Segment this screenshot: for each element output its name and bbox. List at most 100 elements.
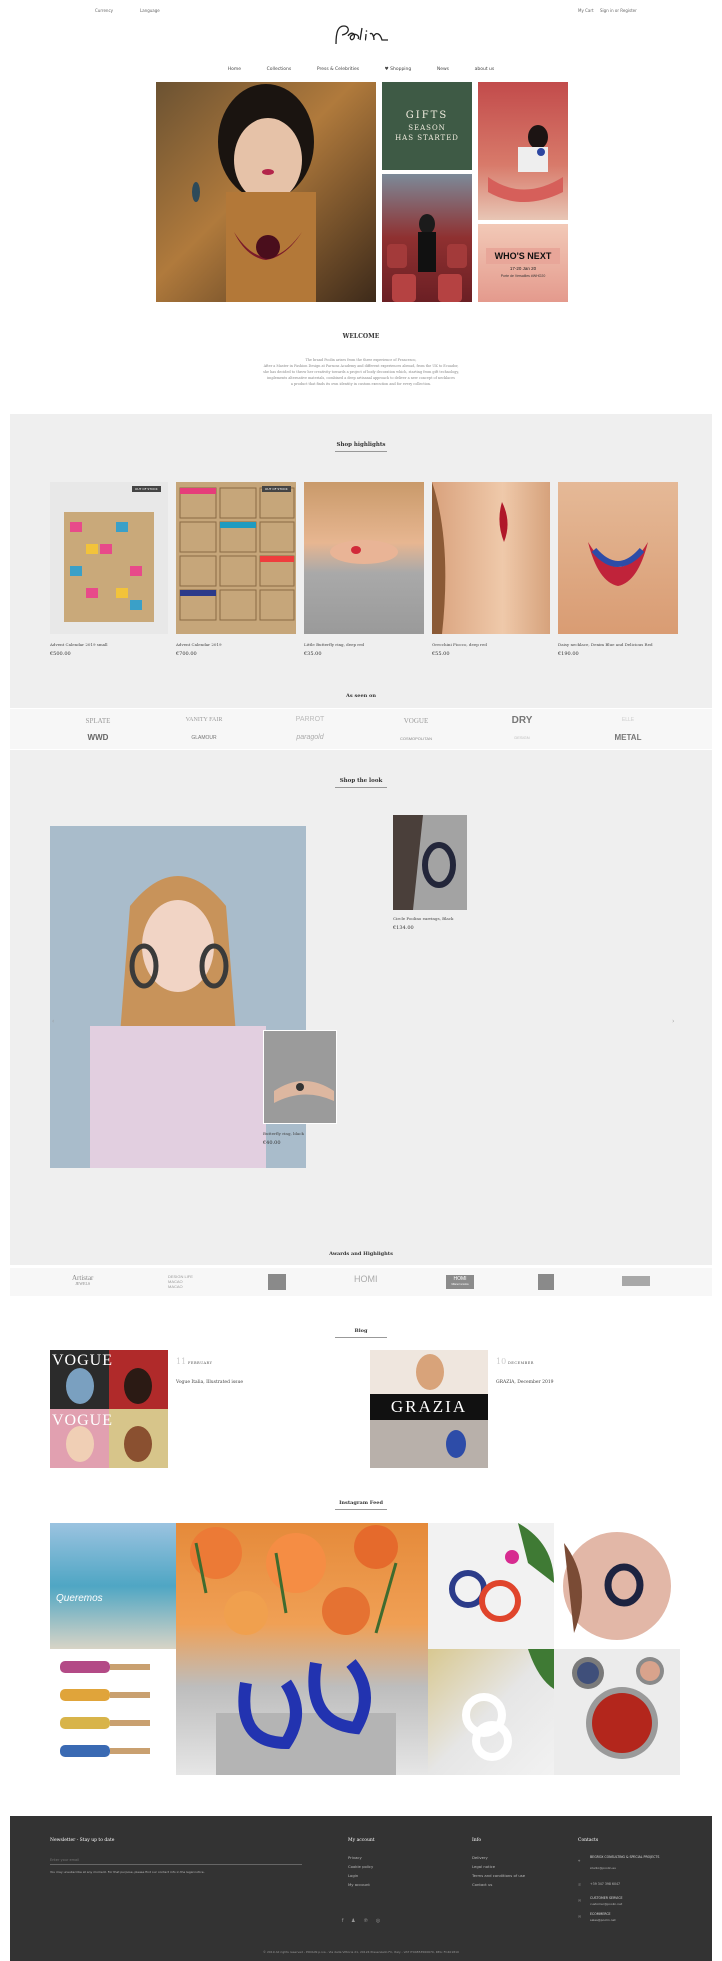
footer-link-legal[interactable]: Legal notice [472,1864,495,1869]
whos-next-place: Porte de Versailles #WHO20 [500,274,546,278]
footer-link-terms[interactable]: Terms and conditions of use [472,1873,525,1878]
brushes-illustration [60,1661,150,1757]
footer-link-cookie[interactable]: Cookie policy [348,1864,373,1869]
press-logo: COSMOPOLITAN [400,736,432,741]
gifts-line3: HAS STARTED [395,134,459,142]
look-item-name[interactable]: Butterfly ring, black [263,1131,304,1136]
facebook-icon[interactable]: f [342,1918,344,1924]
insta-post-red-earrings[interactable] [428,1523,554,1649]
insta-post-graffiti[interactable]: Queremos [50,1523,176,1649]
cart-link[interactable]: My Cart [578,8,594,13]
advent-small-illustration [64,512,154,622]
as-seen-on-title: As seen on [346,693,376,699]
twitter-icon[interactable]: ♟ [351,1918,355,1924]
blog-post-title[interactable]: Vogue Italia, Illustrated issue [176,1380,243,1385]
hero-cinema-image[interactable] [382,174,472,302]
insta-post-brushes[interactable] [50,1649,176,1775]
grazia-cover-text: GRAZIA [370,1394,488,1420]
product-name[interactable]: Daisy necklace, Denim Blue and Delicious… [558,642,653,647]
pinterest-icon[interactable]: ℗ [363,1918,368,1924]
brand-logo[interactable] [330,22,392,50]
mail-icon: ✉ [578,1914,582,1919]
product-name[interactable]: Little Butterfly ring, deep red [304,642,364,647]
newsletter-note: You may unsubscribe at any moment. For t… [50,1870,205,1874]
press-logo: METAL [614,733,642,742]
press-logo: SPLATE [85,717,111,725]
mail-icon: ✉ [578,1898,582,1903]
press-logo: ELLE [621,717,635,723]
product-image-butterfly-ring[interactable] [304,482,424,634]
press-logo: PARROT [295,716,325,723]
press-logo: paragold [296,734,324,741]
contact-company-email[interactable]: studio@poolin.eu [590,1866,616,1870]
language-selector[interactable]: Language [140,8,160,13]
product-name[interactable]: Advent Calendar 2019 [176,642,222,647]
contact-customer-service: CUSTOMER SERVICE [590,1896,623,1900]
gifts-line1: GIFTS [405,110,449,121]
product-image-orecchini-fiocco[interactable] [432,482,550,634]
sign-in-link[interactable]: Sign in or Register [600,8,637,13]
footer-link-privacy[interactable]: Privacy [348,1855,362,1860]
instagram-title: Instagram Feed [0,1500,722,1510]
gifts-line2: SEASON [408,124,446,132]
nav-about[interactable]: about us [475,67,495,72]
nav-home[interactable]: Home [228,67,241,72]
shop-the-look-title: Shop the look [0,778,722,788]
footer-link-login[interactable]: Login [348,1873,358,1878]
blog-post-month: DECEMBER [508,1361,534,1365]
look-prev-arrow[interactable]: ‹ [52,1018,54,1025]
look-next-arrow[interactable]: › [672,1018,674,1025]
insta-post-beads[interactable] [554,1649,680,1775]
nav-shopping[interactable]: ♥ Shopping [385,67,412,72]
address-icon: ⌖ [578,1858,581,1863]
top-bar: Currency Language My Cart Sign in or Reg… [0,0,722,22]
insta-post-white-earring[interactable] [428,1649,554,1775]
award-logo-artistar: Artistar JEWELS [72,1274,94,1287]
award-logo-bar [622,1276,650,1286]
product-image-advent[interactable] [176,482,296,634]
hero-red-room-image[interactable] [478,82,568,220]
look-item-price: €134.00 [393,925,414,931]
blog-image-grazia[interactable]: GRAZIA [370,1350,488,1468]
nav-collections[interactable]: Collections [267,67,292,72]
instagram-icon[interactable]: ◎ [376,1918,380,1924]
press-logo: GLAMOUR [191,735,217,741]
hero-model-illustration [192,84,316,302]
footer-link-my-account[interactable]: My account [348,1882,370,1887]
product-price: €190.00 [558,651,579,657]
look-item-name[interactable]: Circle Poolino earrings, Black [393,916,453,921]
contact-phone[interactable]: +39 347 398 6047 [590,1882,620,1886]
currency-selector[interactable]: Currency [95,8,113,13]
insta-post-ear[interactable] [554,1523,680,1649]
product-name[interactable]: Advent Calendar 2019 small [50,642,108,647]
footer-link-contact[interactable]: Contact us [472,1882,492,1887]
product-name[interactable]: Orecchini Fiocco, deep red [432,642,487,647]
nav-press[interactable]: Press & Celebrities [317,67,359,72]
footer-link-delivery[interactable]: Delivery [472,1855,488,1860]
whos-next-banner[interactable]: WHO'S NEXT 17-20 Jan 20 Porte de Versail… [478,224,568,302]
blog-post-title[interactable]: GRAZIA, December 2019 [496,1380,554,1385]
look-earring-thumbnail[interactable] [393,815,467,910]
hero-model-image[interactable] [156,82,376,302]
award-logo-design-macao: DESIGN LIFE MACAO MACAO [168,1274,193,1289]
vogue-cover-text: VOGUE [52,1412,113,1429]
contact-customer-email[interactable]: customer@poolin.net [590,1902,622,1906]
look-ring-thumbnail[interactable] [263,1030,337,1124]
main-nav: Home Collections Press & Celebrities ♥ S… [0,66,722,72]
butterfly-ring-illustration [330,540,398,564]
product-price: €55.00 [432,651,450,657]
insta-post-roses[interactable] [176,1523,428,1775]
whos-next-dates: 17-20 Jan 20 [509,266,537,271]
blog-image-vogue[interactable]: VOGUE VOGUE [50,1350,168,1468]
product-image-daisy-necklace[interactable] [558,482,678,634]
product-image-advent-small[interactable] [50,482,168,634]
graffiti-text: Queremos [56,1593,103,1604]
white-earring-illustration [462,1649,554,1761]
gifts-season-banner[interactable]: GIFTS SEASON HAS STARTED [382,82,472,170]
newsletter-email-input[interactable] [50,1855,302,1865]
product-price: €35.00 [304,651,322,657]
contact-sales-email[interactable]: sales@poolin.net [590,1918,616,1922]
press-logo: DESIGN [514,735,530,740]
nav-news[interactable]: News [437,67,449,72]
product-price: €700.00 [176,651,197,657]
